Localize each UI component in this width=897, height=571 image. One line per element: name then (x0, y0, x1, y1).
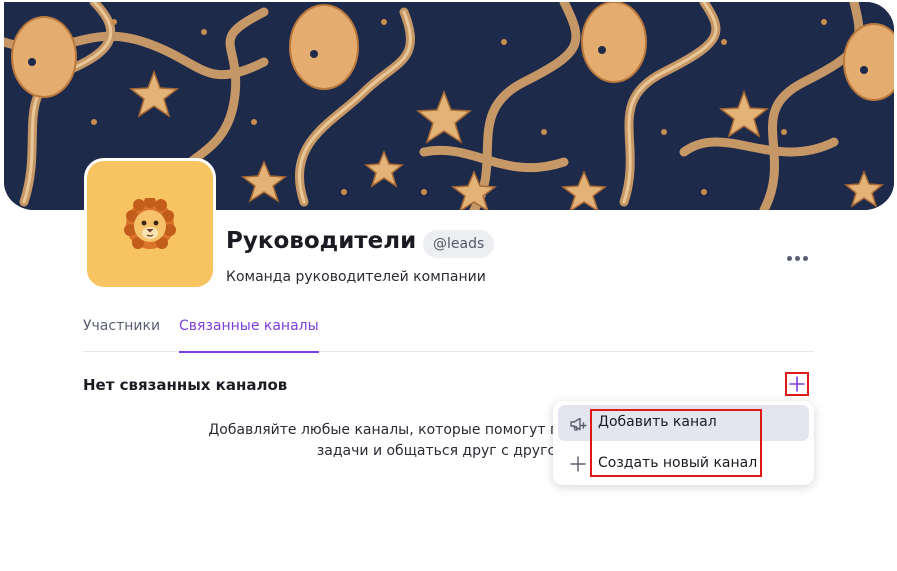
group-tabs: Участники Связанные каналы (83, 318, 814, 353)
menu-item-label: Добавить канал (598, 414, 717, 430)
menu-item-create-channel[interactable]: Создать новый канал (558, 445, 809, 481)
menu-item-add-channel[interactable]: Добавить канал (558, 405, 809, 441)
empty-state-line: Добавляйте любые каналы, которые помогут… (208, 422, 584, 438)
lion-emoji-icon (124, 198, 176, 249)
more-dots-icon (786, 255, 792, 261)
plus-icon (789, 376, 805, 392)
group-handle-badge: @leads (423, 230, 495, 258)
menu-item-label: Создать новый канал (598, 455, 758, 471)
more-dots-icon (802, 255, 808, 261)
add-channel-button[interactable] (785, 372, 809, 396)
megaphone-plus-icon (570, 417, 587, 431)
tab-linked-channels[interactable]: Связанные каналы (179, 318, 319, 353)
empty-state-line: задачи и общаться друг с другс (316, 443, 556, 459)
no-channels-title: Нет связанных каналов (83, 376, 288, 394)
tab-participants[interactable]: Участники (83, 318, 160, 352)
add-channel-menu: Добавить канал Создать новый канал (553, 401, 814, 485)
group-description: Команда руководителей компании (226, 269, 486, 285)
group-name: Руководители (226, 228, 417, 254)
group-avatar (84, 158, 216, 290)
plus-icon (570, 456, 586, 472)
empty-state-text: Добавляйте любые каналы, которые помогут… (176, 420, 616, 462)
more-dots-icon (794, 255, 800, 261)
more-options-button[interactable] (780, 246, 814, 270)
